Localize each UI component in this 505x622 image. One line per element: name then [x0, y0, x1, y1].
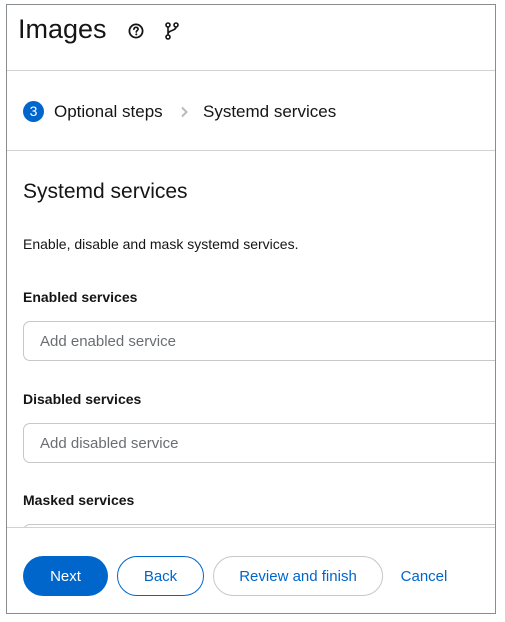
breadcrumb: 3 Optional steps Systemd services [7, 71, 495, 151]
enabled-services-input[interactable] [23, 321, 495, 361]
page-title: Images [18, 14, 107, 44]
enabled-services-label: Enabled services [23, 289, 138, 305]
code-branch-icon[interactable] [165, 22, 179, 40]
section-description: Enable, disable and mask systemd service… [23, 236, 299, 252]
step-number-badge: 3 [23, 101, 44, 122]
disabled-services-label: Disabled services [23, 391, 142, 407]
breadcrumb-current: Systemd services [203, 102, 337, 121]
section-title: Systemd services [23, 180, 188, 203]
chevron-right-icon [181, 106, 188, 118]
back-button[interactable]: Back [117, 556, 204, 596]
wizard-footer: Next Back Review and finish Cancel [7, 527, 495, 613]
page-header: Images [7, 5, 495, 71]
wizard-content: Systemd services Enable, disable and mas… [7, 151, 495, 527]
cancel-button[interactable]: Cancel [391, 556, 457, 596]
review-and-finish-button[interactable]: Review and finish [213, 556, 383, 596]
breadcrumb-step-optional[interactable]: Optional steps [54, 102, 163, 122]
disabled-services-input[interactable] [23, 423, 495, 463]
masked-services-label: Masked services [23, 492, 135, 508]
help-circle-icon[interactable] [128, 23, 144, 39]
next-button[interactable]: Next [23, 556, 108, 596]
wizard-window: Images 3 Optional steps Systemd services… [6, 4, 496, 614]
